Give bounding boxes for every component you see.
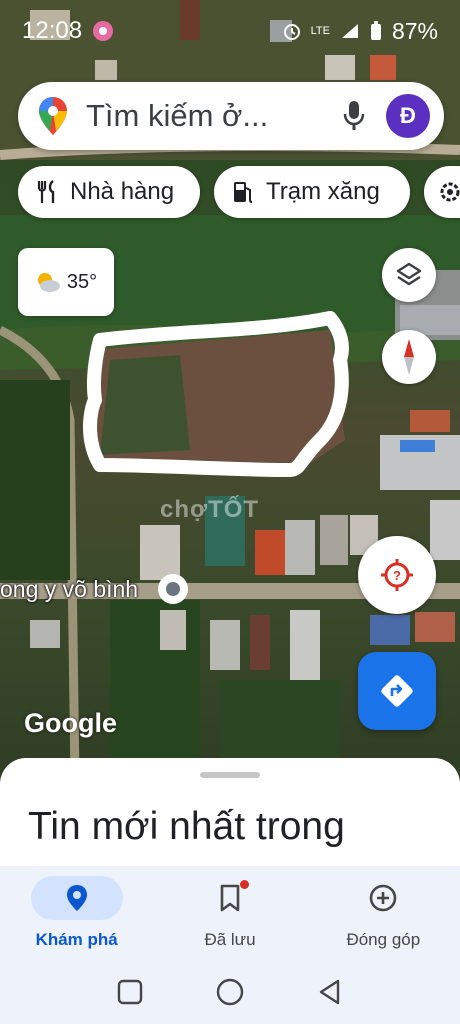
sheet-drag-handle[interactable] — [200, 772, 260, 778]
chip-gas-stations[interactable]: Trạm xăng — [214, 166, 410, 218]
notification-dot — [239, 880, 249, 889]
back-button[interactable] — [316, 978, 344, 1006]
restaurant-icon — [36, 180, 58, 204]
nav-label: Đóng góp — [346, 930, 421, 949]
search-bar[interactable]: Tìm kiếm ở... Đ — [18, 82, 444, 150]
google-maps-screen: chợTỐT ong y võ bình Google 12:08 LTE 87… — [0, 0, 460, 1024]
nav-pill — [30, 876, 123, 920]
chip-restaurants[interactable]: Nhà hàng — [18, 166, 200, 218]
more-icon — [438, 180, 460, 204]
home-button[interactable] — [215, 977, 245, 1007]
battery-percent: 87% — [391, 17, 438, 44]
notification-icon — [92, 20, 114, 42]
nav-saved[interactable]: Đã lưu — [153, 866, 306, 960]
nav-label: Khám phá — [35, 930, 118, 949]
status-icons: LTE 87% — [283, 18, 438, 45]
my-location-button[interactable]: ? — [358, 536, 436, 614]
bottom-nav: Khám phá Đã lưu Đóng góp — [0, 866, 460, 960]
alarm-icon — [283, 22, 301, 40]
place-label[interactable]: ong y võ bình — [0, 576, 138, 603]
mic-icon[interactable] — [334, 96, 374, 136]
battery-icon — [370, 21, 382, 41]
place-pin-icon[interactable] — [158, 574, 188, 604]
nav-contribute[interactable]: Đóng góp — [307, 866, 460, 960]
layers-button[interactable] — [382, 248, 436, 302]
temperature: 35° — [66, 270, 98, 293]
compass-icon — [397, 337, 421, 377]
layers-icon — [395, 261, 423, 289]
svg-text:?: ? — [393, 568, 401, 583]
nav-explore[interactable]: Khám phá — [0, 866, 153, 960]
add-circle-icon — [368, 883, 398, 913]
location-unknown-icon: ? — [379, 557, 415, 593]
chip-label: Trạm xăng — [266, 178, 380, 205]
bookmark-icon — [219, 884, 241, 912]
weather-widget[interactable]: 35° — [18, 248, 114, 316]
status-time: 12:08 — [22, 17, 83, 44]
gas-station-icon — [232, 180, 254, 204]
nav-pill — [337, 876, 429, 920]
network-type: LTE — [310, 25, 330, 37]
explore-pin-icon — [66, 884, 88, 912]
google-logo: Google — [24, 708, 117, 738]
watermark-text: chợTỐT — [160, 496, 260, 523]
signal-icon — [340, 22, 360, 40]
google-maps-pin-icon — [38, 96, 68, 136]
directions-button[interactable] — [358, 652, 436, 730]
search-input[interactable]: Tìm kiếm ở... — [86, 98, 334, 134]
nav-label: Đã lưu — [204, 930, 256, 949]
directions-icon — [380, 674, 414, 708]
sheet-title: Tin mới nhất trong — [28, 805, 345, 848]
partly-cloudy-icon — [35, 271, 61, 293]
avatar[interactable]: Đ — [386, 94, 430, 138]
nav-pill — [184, 876, 276, 920]
recents-button[interactable] — [116, 978, 144, 1006]
status-bar: 12:08 LTE 87% — [0, 0, 460, 62]
system-nav-bar — [0, 960, 460, 1024]
chip-label: Nhà hàng — [70, 178, 175, 205]
compass-button[interactable] — [382, 330, 436, 384]
